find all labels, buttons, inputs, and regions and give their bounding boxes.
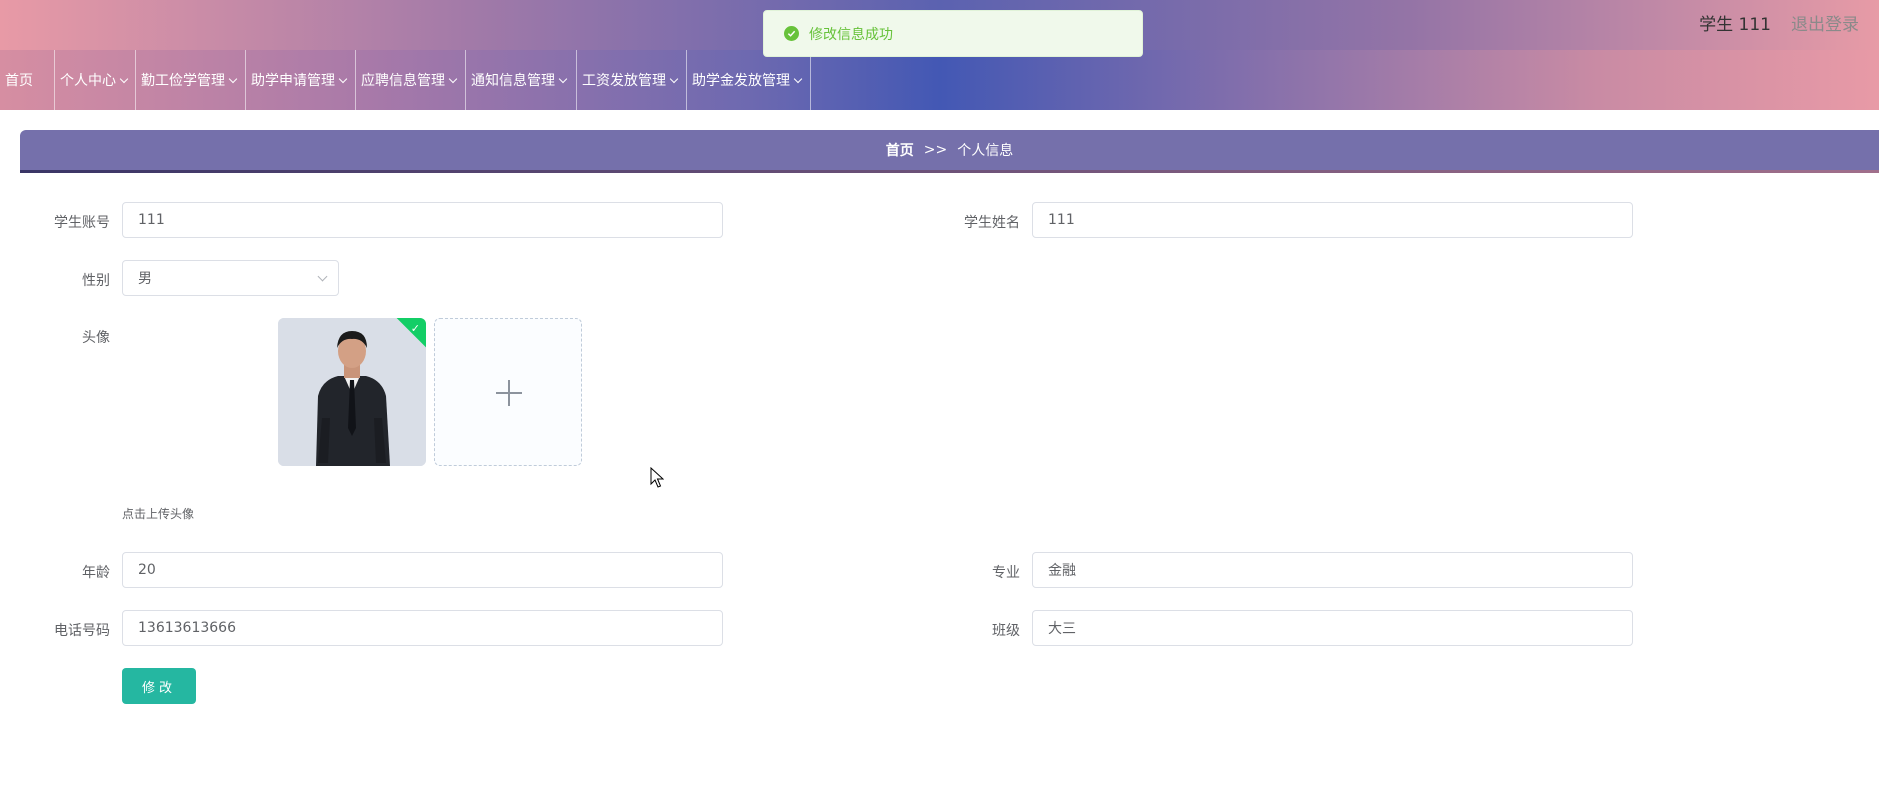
modify-button[interactable]: 修改 bbox=[122, 668, 196, 704]
nav-label: 助学申请管理 bbox=[251, 73, 335, 89]
nav-aid-application[interactable]: 助学申请管理 bbox=[245, 50, 348, 110]
avatar-image[interactable]: ✓ bbox=[278, 318, 426, 466]
nav-home-label: 首页 bbox=[5, 73, 33, 89]
nav-job-application[interactable]: 应聘信息管理 bbox=[355, 50, 458, 110]
nav-label: 个人中心 bbox=[60, 73, 116, 89]
breadcrumb: 首页 >> 个人信息 bbox=[20, 130, 1879, 173]
gender-value: 男 bbox=[138, 271, 152, 287]
chevron-down-icon bbox=[558, 74, 568, 83]
success-toast: 修改信息成功 bbox=[763, 10, 1143, 57]
person-photo bbox=[278, 318, 426, 466]
nav-grant[interactable]: 助学金发放管理 bbox=[686, 50, 803, 110]
account-input[interactable]: 111 bbox=[122, 202, 723, 238]
name-input[interactable]: 111 bbox=[1032, 202, 1633, 238]
avatar-label: 头像 bbox=[82, 330, 110, 346]
chevron-down-icon bbox=[669, 74, 679, 83]
logout-link[interactable]: 退出登录 bbox=[1791, 10, 1859, 35]
phone-label: 电话号码 bbox=[54, 623, 110, 639]
plus-icon-vertical bbox=[508, 380, 510, 406]
nav-label: 勤工俭学管理 bbox=[141, 73, 225, 89]
current-user-label: 学生 111 bbox=[1699, 15, 1771, 35]
gender-label: 性别 bbox=[82, 273, 110, 289]
chevron-down-icon bbox=[119, 74, 129, 83]
nav-divider bbox=[810, 50, 811, 110]
breadcrumb-home[interactable]: 首页 bbox=[886, 140, 914, 160]
mouse-cursor-icon bbox=[650, 467, 664, 488]
class-label: 班级 bbox=[992, 623, 1020, 639]
chevron-down-icon bbox=[317, 271, 328, 282]
class-input[interactable]: 大三 bbox=[1032, 610, 1633, 646]
nav-label: 助学金发放管理 bbox=[692, 73, 790, 89]
main-nav: 首页 个人中心 勤工俭学管理 助学申请管理 应聘信息管理 通知信息管理 工资发放… bbox=[0, 50, 1879, 110]
phone-input[interactable]: 13613613666 bbox=[122, 610, 723, 646]
chevron-down-icon bbox=[793, 74, 803, 83]
avatar-upload-button[interactable] bbox=[434, 318, 582, 466]
chevron-down-icon bbox=[228, 74, 238, 83]
account-label: 学生账号 bbox=[54, 215, 110, 231]
nav-label: 工资发放管理 bbox=[582, 73, 666, 89]
name-label: 学生姓名 bbox=[964, 215, 1020, 231]
age-label: 年龄 bbox=[82, 565, 110, 581]
breadcrumb-separator: >> bbox=[923, 142, 948, 158]
nav-salary[interactable]: 工资发放管理 bbox=[576, 50, 679, 110]
major-label: 专业 bbox=[992, 565, 1020, 581]
major-input[interactable]: 金融 bbox=[1032, 552, 1633, 588]
success-check-icon bbox=[784, 26, 799, 41]
toast-message: 修改信息成功 bbox=[809, 26, 893, 43]
nav-label: 应聘信息管理 bbox=[361, 73, 445, 89]
breadcrumb-current: 个人信息 bbox=[957, 143, 1014, 159]
nav-personal-center[interactable]: 个人中心 bbox=[54, 50, 129, 110]
age-input[interactable]: 20 bbox=[122, 552, 723, 588]
nav-home[interactable]: 首页 bbox=[5, 50, 33, 110]
nav-work-study[interactable]: 勤工俭学管理 bbox=[135, 50, 238, 110]
chevron-down-icon bbox=[448, 74, 458, 83]
nav-label: 通知信息管理 bbox=[471, 73, 555, 89]
gender-select[interactable]: 男 bbox=[122, 260, 339, 296]
avatar-upload-tip: 点击上传头像 bbox=[122, 507, 195, 521]
check-icon: ✓ bbox=[410, 322, 420, 335]
chevron-down-icon bbox=[338, 74, 348, 83]
nav-notice[interactable]: 通知信息管理 bbox=[465, 50, 568, 110]
